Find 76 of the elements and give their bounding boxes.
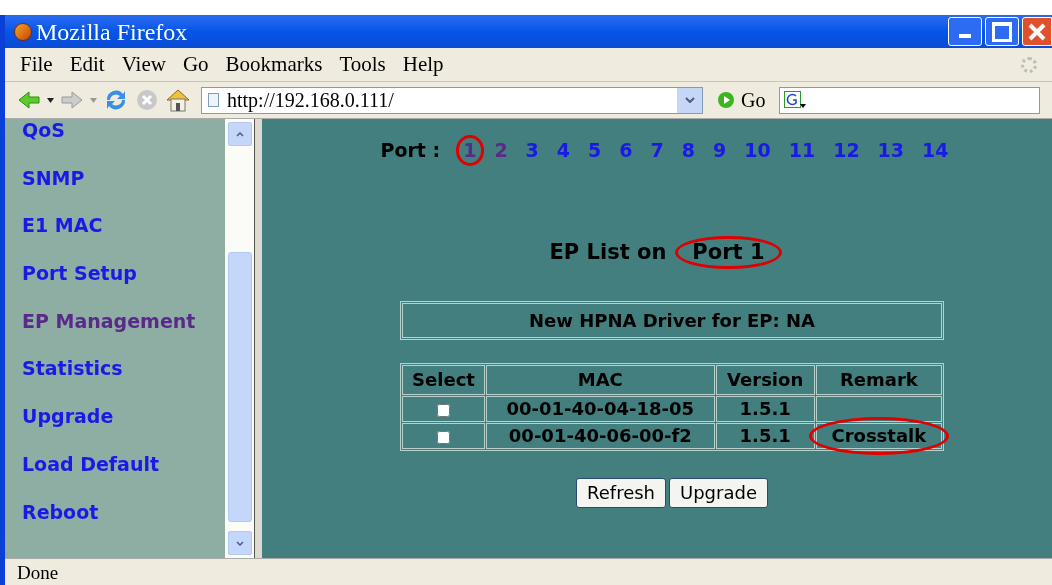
version-cell: 1.5.1 bbox=[715, 423, 815, 449]
minimize-icon bbox=[959, 34, 971, 38]
menu-item[interactable]: Help bbox=[402, 54, 444, 75]
close-icon bbox=[1027, 21, 1047, 42]
maximize-icon bbox=[992, 21, 1012, 42]
menu-item[interactable]: Edit bbox=[69, 54, 105, 75]
sidebar-link[interactable]: Reboot bbox=[22, 502, 225, 551]
row-checkbox[interactable] bbox=[437, 430, 450, 444]
frame-splitter[interactable] bbox=[254, 119, 262, 558]
port-label: Port : bbox=[380, 141, 441, 160]
port-link[interactable]: 14 bbox=[919, 139, 952, 161]
driver-note: New HPNA Driver for EP: NA bbox=[402, 303, 942, 338]
forward-arrow-icon[interactable] bbox=[60, 90, 84, 110]
port-link[interactable]: 6 bbox=[616, 139, 636, 161]
scroll-up-button[interactable] bbox=[227, 122, 252, 146]
port-link[interactable]: 13 bbox=[874, 139, 908, 161]
sidebar-link[interactable]: E1 MAC bbox=[22, 216, 225, 265]
column-header: Remark bbox=[815, 365, 942, 395]
maximize-button[interactable] bbox=[985, 17, 1019, 46]
sidebar-link[interactable]: Port Setup bbox=[22, 264, 225, 312]
port-link[interactable]: 10 bbox=[741, 139, 774, 161]
firefox-logo-icon bbox=[14, 22, 32, 41]
action-button[interactable]: Refresh bbox=[576, 478, 666, 508]
sidebar-link[interactable]: Load Default bbox=[22, 454, 225, 503]
minimize-button[interactable] bbox=[948, 17, 982, 46]
search-engine-icon[interactable] bbox=[784, 91, 807, 109]
mac-cell: 00-01-40-04-18-05 bbox=[486, 396, 715, 422]
port-link[interactable]: 1 bbox=[460, 139, 480, 161]
chevron-down-icon bbox=[235, 540, 244, 546]
list-heading: EP List on bbox=[549, 242, 667, 263]
menu-item[interactable]: Go bbox=[182, 54, 209, 75]
chevron-up-icon bbox=[235, 131, 244, 137]
menu-item[interactable]: File bbox=[20, 54, 53, 75]
row-checkbox[interactable] bbox=[437, 403, 450, 417]
sidebar-link[interactable]: EP Management bbox=[22, 311, 225, 360]
menu-item[interactable]: Bookmarks bbox=[225, 54, 323, 75]
chevron-down-icon bbox=[684, 97, 695, 103]
scroll-thumb[interactable] bbox=[227, 252, 252, 522]
port-link[interactable]: 9 bbox=[710, 139, 730, 161]
port-link[interactable]: 2 bbox=[491, 139, 511, 161]
sidebar-link[interactable]: QoS bbox=[22, 121, 225, 169]
scroll-down-button[interactable] bbox=[227, 531, 252, 555]
port-link[interactable]: 7 bbox=[647, 139, 667, 161]
window-title: Mozilla Firefox bbox=[36, 19, 188, 44]
port-link[interactable]: 12 bbox=[830, 139, 863, 161]
sidebar-link[interactable]: Statistics bbox=[22, 359, 225, 408]
port-link[interactable]: 8 bbox=[678, 139, 698, 161]
search-field[interactable] bbox=[779, 86, 1040, 114]
status-text: Done bbox=[17, 562, 59, 582]
url-text: http://192.168.0.111/ bbox=[227, 90, 394, 110]
column-header: MAC bbox=[486, 365, 715, 395]
mac-cell: 00-01-40-06-00-f2 bbox=[486, 423, 715, 449]
sidebar-link[interactable]: SNMP bbox=[22, 168, 225, 217]
menu-item[interactable]: Tools bbox=[339, 54, 386, 75]
port-link[interactable]: 11 bbox=[785, 139, 819, 161]
page-icon bbox=[208, 93, 219, 107]
dropdown-caret-icon[interactable] bbox=[47, 97, 54, 103]
port-link[interactable]: 4 bbox=[553, 139, 574, 161]
url-dropdown-button[interactable] bbox=[677, 87, 702, 113]
scrollbar[interactable] bbox=[225, 119, 254, 558]
stop-icon[interactable] bbox=[135, 88, 159, 112]
action-button[interactable]: Upgrade bbox=[669, 478, 768, 508]
back-arrow-icon[interactable] bbox=[17, 90, 41, 110]
column-header: Select bbox=[402, 365, 485, 395]
go-button[interactable]: Go bbox=[741, 90, 766, 110]
port-link[interactable]: 5 bbox=[585, 139, 605, 161]
sidebar-link[interactable]: Upgrade bbox=[22, 407, 225, 455]
port-link[interactable]: 3 bbox=[522, 139, 542, 161]
port-heading: Port 1 bbox=[692, 240, 765, 264]
home-icon[interactable] bbox=[165, 88, 191, 112]
column-header: Version bbox=[715, 365, 815, 395]
url-field[interactable]: http://192.168.0.111/ bbox=[201, 86, 703, 114]
menu-item[interactable]: View bbox=[121, 54, 166, 75]
version-cell: 1.5.1 bbox=[715, 396, 815, 422]
close-button[interactable] bbox=[1022, 17, 1052, 46]
throbber-icon bbox=[1021, 56, 1037, 73]
